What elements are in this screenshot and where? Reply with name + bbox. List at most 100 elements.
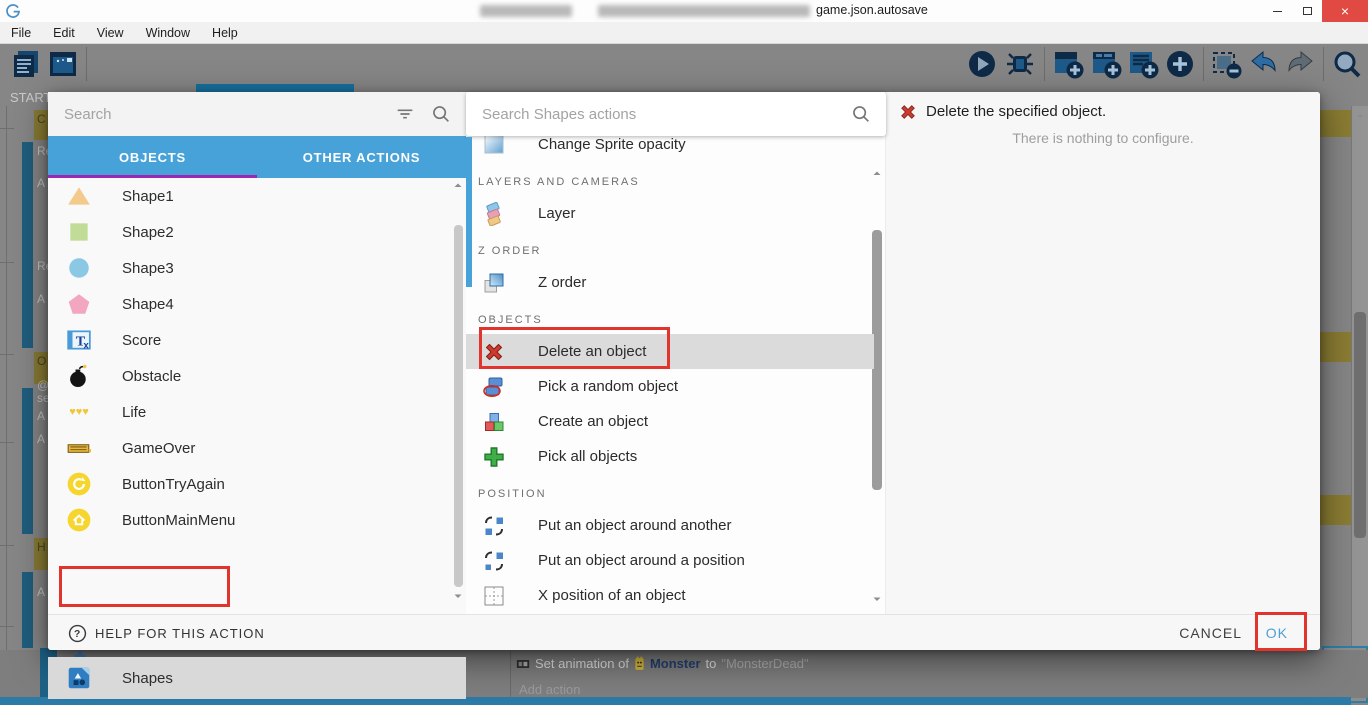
- help-link[interactable]: ? HELP FOR THIS ACTION: [68, 615, 265, 651]
- action-row-change-sprite-opacity[interactable]: Change Sprite opacity: [466, 136, 874, 162]
- add-action-button[interactable]: Add action: [519, 682, 580, 697]
- action-row-put-an-object-around-another[interactable]: Put an object around another: [466, 508, 874, 543]
- scene-editor-button[interactable]: [47, 48, 79, 80]
- scroll-position-indicator: [466, 137, 472, 287]
- redo-button[interactable]: [1285, 48, 1317, 80]
- object-row-buttonmainmenu[interactable]: ButtonMainMenu: [48, 502, 466, 538]
- cancel-button[interactable]: CANCEL: [1179, 615, 1242, 651]
- scroll-down-icon[interactable]: [453, 591, 463, 601]
- action-row-pick-a-random-object[interactable]: Pick a random object: [466, 369, 874, 404]
- action-row-z-order[interactable]: Z order: [466, 265, 874, 300]
- menu-help[interactable]: Help: [201, 26, 249, 40]
- action-label: Put an object around another: [538, 517, 731, 534]
- action-label: Delete an object: [538, 343, 646, 360]
- action-row-pick-all-objects[interactable]: Pick all objects: [466, 439, 874, 474]
- debug-button[interactable]: [1004, 48, 1036, 80]
- create-object-icon: [482, 410, 506, 434]
- redacted-title-text: [598, 5, 810, 17]
- object-row-obstacle[interactable]: Obstacle: [48, 358, 466, 394]
- toolbar-divider: [1044, 47, 1045, 81]
- dialog-footer: ? HELP FOR THIS ACTION CANCEL OK: [48, 614, 1320, 650]
- add-comment-button[interactable]: [1127, 48, 1159, 80]
- square-shape-icon: [66, 219, 92, 245]
- action-row-x-position-of-an-object[interactable]: X position of an object: [466, 578, 874, 613]
- event-action-row[interactable]: Set animation of Monster to "MonsterDead…: [516, 656, 809, 671]
- event-tree-tick: [0, 354, 14, 355]
- shapes-group-icon: [66, 665, 92, 691]
- delete-object-icon: [898, 102, 918, 122]
- object-search-input[interactable]: [64, 106, 394, 123]
- object-row-shape4[interactable]: Shape4: [48, 286, 466, 322]
- play-button[interactable]: [966, 48, 998, 80]
- event-indent-bar: [22, 142, 33, 348]
- object-row-shape2[interactable]: Shape2: [48, 214, 466, 250]
- group-row-shapes[interactable]: Shapes: [48, 657, 466, 699]
- object-row-buttontryagain[interactable]: ButtonTryAgain: [48, 466, 466, 502]
- hearts-icon: ♥♥♥: [66, 399, 92, 425]
- scrollbar-thumb[interactable]: [454, 225, 463, 587]
- menu-file[interactable]: File: [0, 26, 42, 40]
- help-label: HELP FOR THIS ACTION: [95, 626, 265, 641]
- object-search-bar: [48, 92, 466, 136]
- action-section-objects: OBJECTS: [466, 300, 874, 334]
- search-button[interactable]: [1331, 48, 1363, 80]
- action-search-input[interactable]: [482, 106, 850, 123]
- filter-icon[interactable]: [394, 103, 416, 125]
- object-row-shape1[interactable]: Shape1: [48, 178, 466, 214]
- events-sheet-button[interactable]: [10, 48, 42, 80]
- toolbar-divider: [86, 47, 87, 81]
- menu-bar: FileEditViewWindowHelp: [0, 22, 1368, 44]
- scroll-up-icon[interactable]: [453, 180, 463, 190]
- ok-button[interactable]: OK: [1266, 615, 1288, 651]
- search-icon[interactable]: [850, 103, 872, 125]
- pick-random-object-icon: [482, 375, 506, 399]
- empty-config-message: There is nothing to configure.: [886, 130, 1320, 146]
- object-row-gameover[interactable]: GameOver: [48, 430, 466, 466]
- event-indent-bar: [22, 572, 33, 648]
- action-section-z-order: Z ORDER: [466, 231, 874, 265]
- minimize-button[interactable]: [1262, 0, 1292, 22]
- menu-window[interactable]: Window: [135, 26, 201, 40]
- action-label: Layer: [538, 205, 576, 222]
- add-circle-button[interactable]: [1164, 48, 1196, 80]
- add-event-button[interactable]: [1052, 48, 1084, 80]
- object-name: Shape1: [122, 188, 174, 205]
- add-subevent-button[interactable]: [1090, 48, 1122, 80]
- tab-objects[interactable]: OBJECTS: [48, 136, 257, 178]
- pick-all-objects-icon: [482, 445, 506, 469]
- scene-tab-label[interactable]: START: [10, 90, 51, 105]
- minimize-icon: [1273, 11, 1282, 12]
- restore-icon: [1303, 7, 1312, 15]
- action-row-layer[interactable]: Layer: [466, 196, 874, 231]
- layer-icon: [482, 202, 506, 226]
- action-row-delete-an-object[interactable]: Delete an object: [466, 334, 874, 369]
- actions-list: Change Sprite opacityLAYERS AND CAMERASL…: [466, 136, 874, 613]
- remove-event-button[interactable]: [1210, 48, 1242, 80]
- action-row-create-an-object[interactable]: Create an object: [466, 404, 874, 439]
- search-icon[interactable]: [430, 103, 452, 125]
- object-name: ButtonMainMenu: [122, 512, 235, 529]
- object-row-life[interactable]: ♥♥♥Life: [48, 394, 466, 430]
- scroll-up-icon[interactable]: [1355, 110, 1365, 120]
- comment-row: [1320, 495, 1351, 525]
- scrollbar-thumb[interactable]: [1354, 312, 1366, 538]
- object-row-score[interactable]: TxScore: [48, 322, 466, 358]
- tab-other-actions[interactable]: OTHER ACTIONS: [257, 136, 466, 178]
- x-position-icon: [482, 584, 506, 608]
- pentagon-shape-icon: [66, 291, 92, 317]
- action-label: Pick all objects: [538, 448, 637, 465]
- event-text-fragment: O: [37, 354, 46, 368]
- restore-button[interactable]: [1292, 0, 1322, 22]
- undo-button[interactable]: [1247, 48, 1279, 80]
- action-row-put-an-object-around-a-position[interactable]: Put an object around a position: [466, 543, 874, 578]
- help-circle-icon: ?: [68, 624, 87, 643]
- menu-edit[interactable]: Edit: [42, 26, 86, 40]
- action-search-bar: [466, 92, 886, 136]
- close-button[interactable]: ×: [1322, 0, 1368, 22]
- event-tree-tick: [0, 442, 14, 443]
- condition-action-divider: [510, 650, 511, 698]
- comment-row: [1320, 110, 1351, 137]
- object-row-shape3[interactable]: Shape3: [48, 250, 466, 286]
- object-tabs: OBJECTSOTHER ACTIONS: [48, 136, 466, 178]
- menu-view[interactable]: View: [86, 26, 135, 40]
